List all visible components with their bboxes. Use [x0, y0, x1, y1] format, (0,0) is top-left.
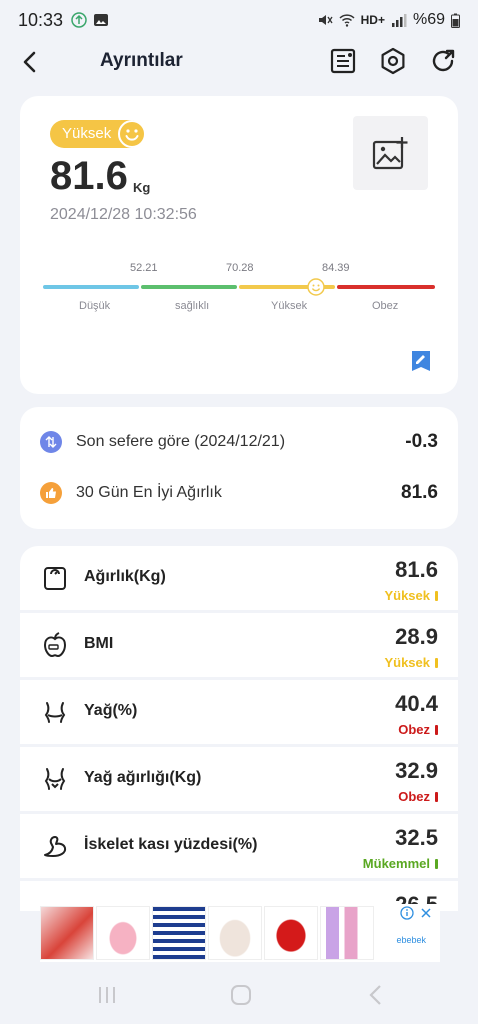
recent-apps-icon[interactable]: [96, 984, 118, 1006]
scale-segment-low: [43, 285, 139, 289]
metric-label: BMI: [84, 635, 114, 652]
network-type: HD+: [360, 13, 385, 27]
comparison-row-best: 30 Gün En İyi Ağırlık 81.6: [40, 478, 438, 508]
scale-tick: 70.28: [226, 262, 254, 274]
status-time: 10:33: [18, 9, 64, 30]
comparison-label: 30 Gün En İyi Ağırlık: [76, 484, 222, 501]
metric-status: Mükemmel: [363, 856, 438, 871]
share-icon[interactable]: [428, 46, 458, 76]
metric-value: 28.9: [395, 624, 438, 649]
signal-icon: [391, 14, 407, 27]
metric-label: İskelet kası yüzdesi(%): [84, 836, 258, 853]
ad-product-image[interactable]: [208, 906, 262, 960]
metric-label: Yağ ağırlığı(Kg): [84, 769, 202, 786]
metric-row-fat-weight[interactable]: Yağ ağırlığı(Kg) 32.9 Obez: [20, 747, 458, 811]
report-icon[interactable]: [328, 46, 358, 76]
home-icon[interactable]: [229, 983, 253, 1007]
comparison-card: Son sefere göre (2024/12/21) -0.3 30 Gün…: [20, 407, 458, 529]
status-bar-indicator: [435, 791, 438, 802]
metric-value: 32.5: [395, 825, 438, 850]
battery-icon: [451, 13, 460, 28]
ad-banner[interactable]: ebebek: [40, 904, 440, 962]
edit-note-icon[interactable]: [410, 349, 432, 373]
comparison-value: -0.3: [405, 431, 438, 452]
scale-label: Düşük: [79, 300, 111, 312]
scale-tick: 52.21: [130, 262, 158, 274]
scale-icon: [44, 567, 66, 590]
metric-row-fat-percent[interactable]: Yağ(%) 40.4 Obez: [20, 680, 458, 744]
metric-label: Yağ(%): [84, 702, 138, 719]
mute-icon: [318, 15, 333, 25]
weight-unit: Kg: [133, 180, 151, 195]
ad-controls: [400, 906, 432, 920]
comparison-row-last: Son sefere göre (2024/12/21) -0.3: [40, 427, 438, 457]
status-bar-indicator: [435, 858, 438, 869]
scale-marker-smiley-icon: [307, 278, 325, 296]
settings-hex-icon[interactable]: [378, 46, 408, 76]
metric-row-weight[interactable]: Ağırlık(Kg) 81.6 Yüksek: [20, 546, 458, 610]
weight-status-badge: Yüksek: [50, 120, 146, 148]
metric-row-skeletal-muscle[interactable]: İskelet kası yüzdesi(%) 32.5 Mükemmel: [20, 814, 458, 878]
ad-product-image[interactable]: [152, 906, 206, 960]
apple-icon: [43, 632, 67, 658]
metric-label: Ağırlık(Kg): [84, 568, 166, 585]
metric-value: 40.4: [395, 691, 438, 716]
status-bar-indicator: [435, 657, 438, 668]
status-bar-indicator: [435, 590, 438, 601]
ad-info-icon[interactable]: [400, 906, 414, 920]
app-bar: Ayrıntılar: [0, 40, 478, 84]
scale-label: Obez: [372, 300, 399, 312]
gallery-icon: [94, 14, 109, 26]
scale-tick: 84.39: [322, 262, 350, 274]
weight-summary-card: Yüksek 81.6 Kg 2024/12/28 10:32:56 52.21…: [20, 96, 458, 394]
muscle-icon: [44, 836, 67, 857]
wifi-icon: [339, 14, 355, 27]
metric-status: Yüksek: [384, 655, 438, 670]
metric-value: 32.9: [395, 758, 438, 783]
ad-product-image[interactable]: [320, 906, 374, 960]
comparison-value: 81.6: [401, 482, 438, 503]
smiley-icon: [118, 120, 146, 148]
ad-product-image[interactable]: [40, 906, 94, 960]
ad-product-image[interactable]: [96, 906, 150, 960]
page-title: Ayrıntılar: [100, 50, 183, 71]
scale-label: sağlıklı: [175, 300, 210, 312]
scale-label: Yüksek: [271, 300, 308, 312]
metric-row-bmi[interactable]: BMI 28.9 Yüksek: [20, 613, 458, 677]
fat-weight-icon: [44, 768, 66, 790]
thumbs-up-icon: [40, 482, 62, 504]
badge-label: Yüksek: [62, 125, 112, 142]
scale-segment-healthy: [141, 285, 237, 289]
comparison-label: Son sefere göre (2024/12/21): [76, 433, 286, 450]
app-notification-icon: [71, 12, 87, 28]
system-back-icon[interactable]: [366, 983, 386, 1007]
battery-percent: %69: [412, 11, 445, 28]
weight-value: 81.6: [50, 154, 128, 198]
metric-status: Yüksek: [384, 588, 438, 603]
body-fat-icon: [44, 702, 66, 723]
metric-status: Obez: [398, 789, 438, 804]
back-arrow-icon[interactable]: [16, 48, 44, 76]
metric-value: 81.6: [395, 557, 438, 582]
compare-arrows-icon: [40, 431, 62, 453]
ad-product-image[interactable]: [264, 906, 318, 960]
add-photo-button[interactable]: [353, 116, 428, 190]
metric-status: Obez: [398, 722, 438, 737]
add-image-icon: [372, 137, 407, 170]
system-nav-bar: [0, 966, 478, 1024]
status-bar-indicator: [435, 724, 438, 735]
measurement-datetime: 2024/12/28 10:32:56: [50, 206, 197, 223]
ad-brand: ebebek: [396, 935, 426, 945]
scale-segment-obese: [337, 285, 435, 289]
ad-close-icon[interactable]: [420, 907, 432, 919]
status-bar: 10:33 HD+ %69: [0, 0, 478, 40]
